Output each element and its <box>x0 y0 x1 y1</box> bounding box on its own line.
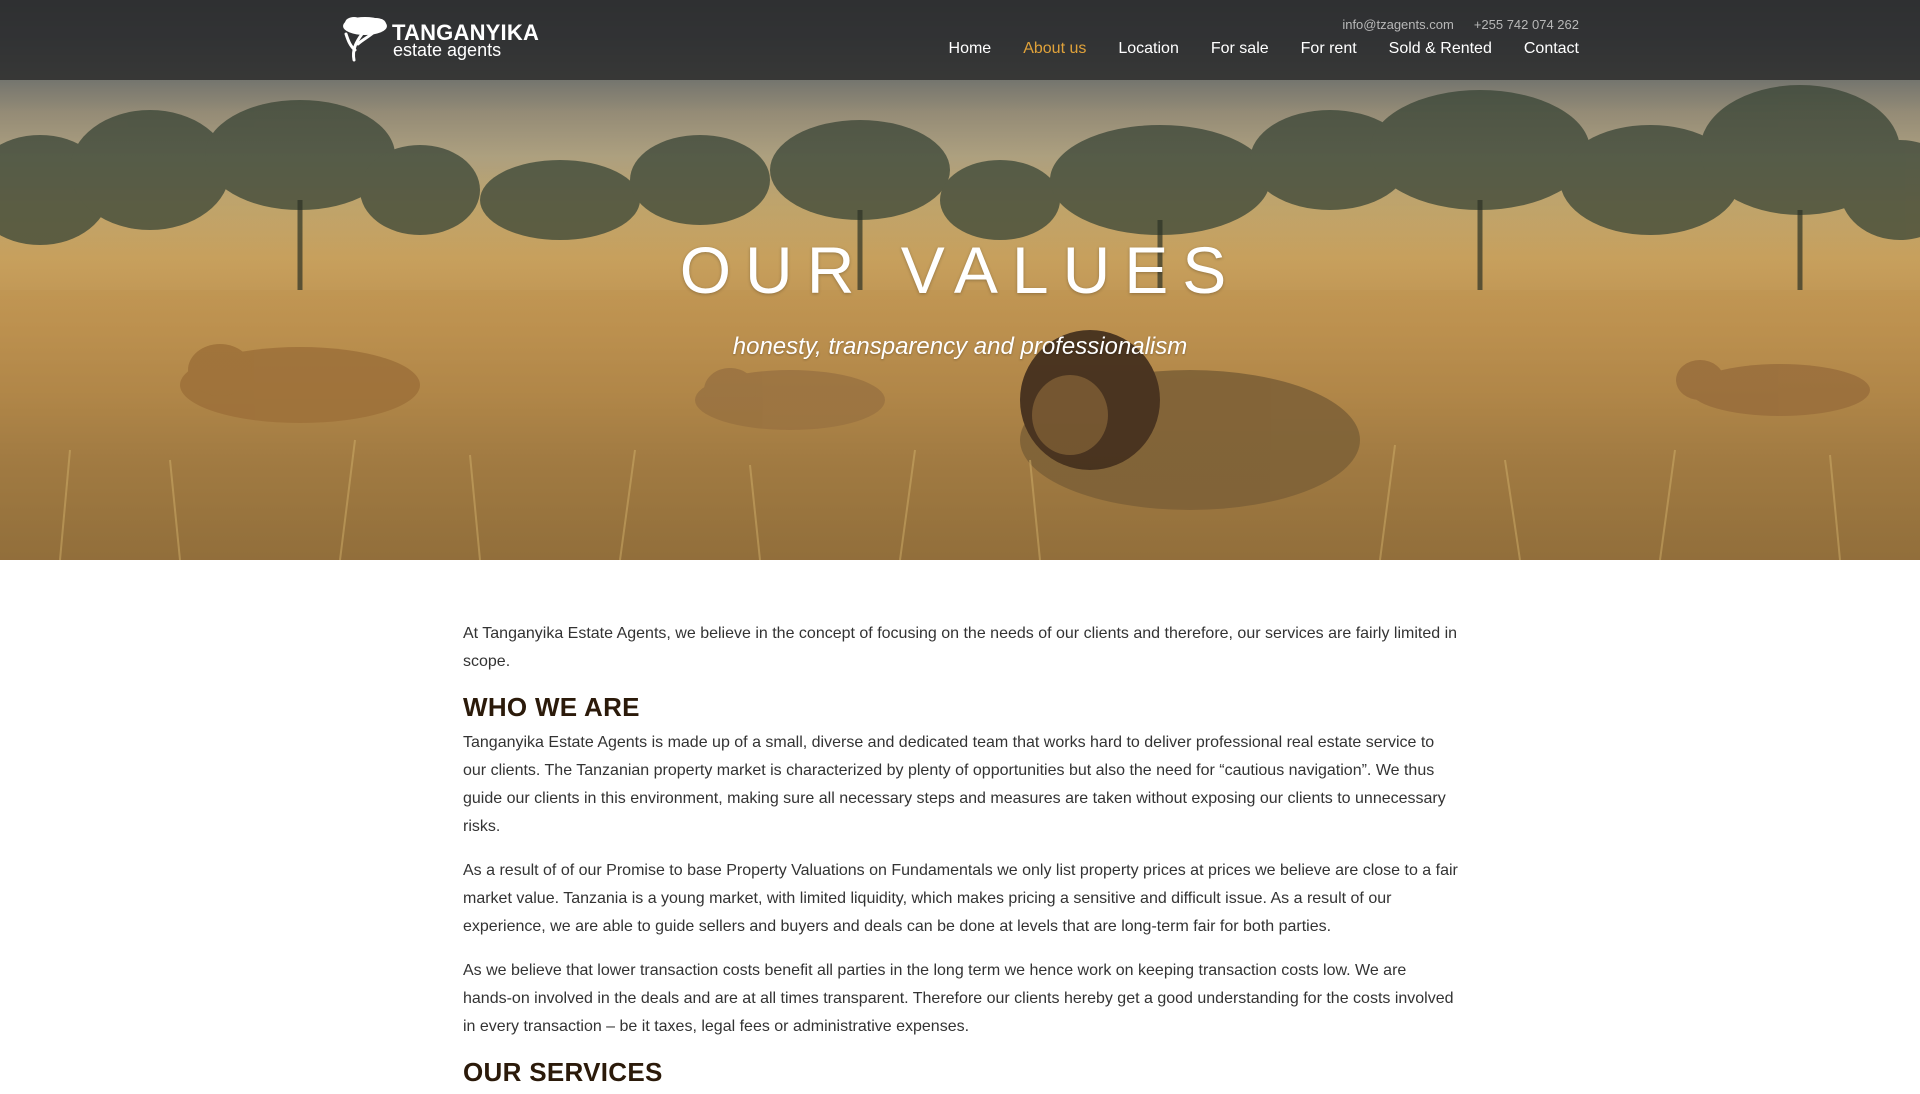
email-link[interactable]: info@tzagents.com <box>1342 17 1453 32</box>
nav-home[interactable]: Home <box>949 40 992 58</box>
nav-location[interactable]: Location <box>1118 40 1179 58</box>
acacia-tree-icon <box>343 17 387 62</box>
who-we-are-paragraph-1: Tanganyika Estate Agents is made up of a… <box>463 734 1446 835</box>
site-logo[interactable]: TANGANYIKA estate agents <box>340 14 540 64</box>
hero-title: OUR VALUES <box>679 233 1241 307</box>
intro-paragraph: At Tanganyika Estate Agents, we believe … <box>463 625 1458 670</box>
main-content: At Tanganyika Estate Agents, we believe … <box>463 620 1459 1094</box>
logo-tagline: estate agents <box>393 40 502 60</box>
nav-for-rent[interactable]: For rent <box>1301 40 1357 58</box>
nav-sold-rented[interactable]: Sold & Rented <box>1389 40 1492 58</box>
nav-about-us[interactable]: About us <box>1023 40 1086 58</box>
who-we-are-heading: WHO WE ARE <box>463 692 640 722</box>
nav-for-sale[interactable]: For sale <box>1211 40 1269 58</box>
our-services-heading: OUR SERVICES <box>463 1057 663 1087</box>
who-we-are-paragraph-2: As a result of of our Promise to base Pr… <box>463 862 1458 935</box>
site-header: TANGANYIKA estate agents info@tzagents.c… <box>0 0 1920 80</box>
header-contact: info@tzagents.com +255 742 074 262 <box>1342 17 1579 32</box>
hero-subtitle: honesty, transparency and professionalis… <box>732 333 1188 360</box>
phone-link[interactable]: +255 742 074 262 <box>1474 17 1579 32</box>
main-nav: Home About us Location For sale For rent… <box>949 40 1579 58</box>
hero-banner: OUR VALUES honesty, transparency and pro… <box>0 0 1920 560</box>
nav-contact[interactable]: Contact <box>1524 40 1579 58</box>
who-we-are-paragraph-3: As we believe that lower transaction cos… <box>463 962 1454 1035</box>
